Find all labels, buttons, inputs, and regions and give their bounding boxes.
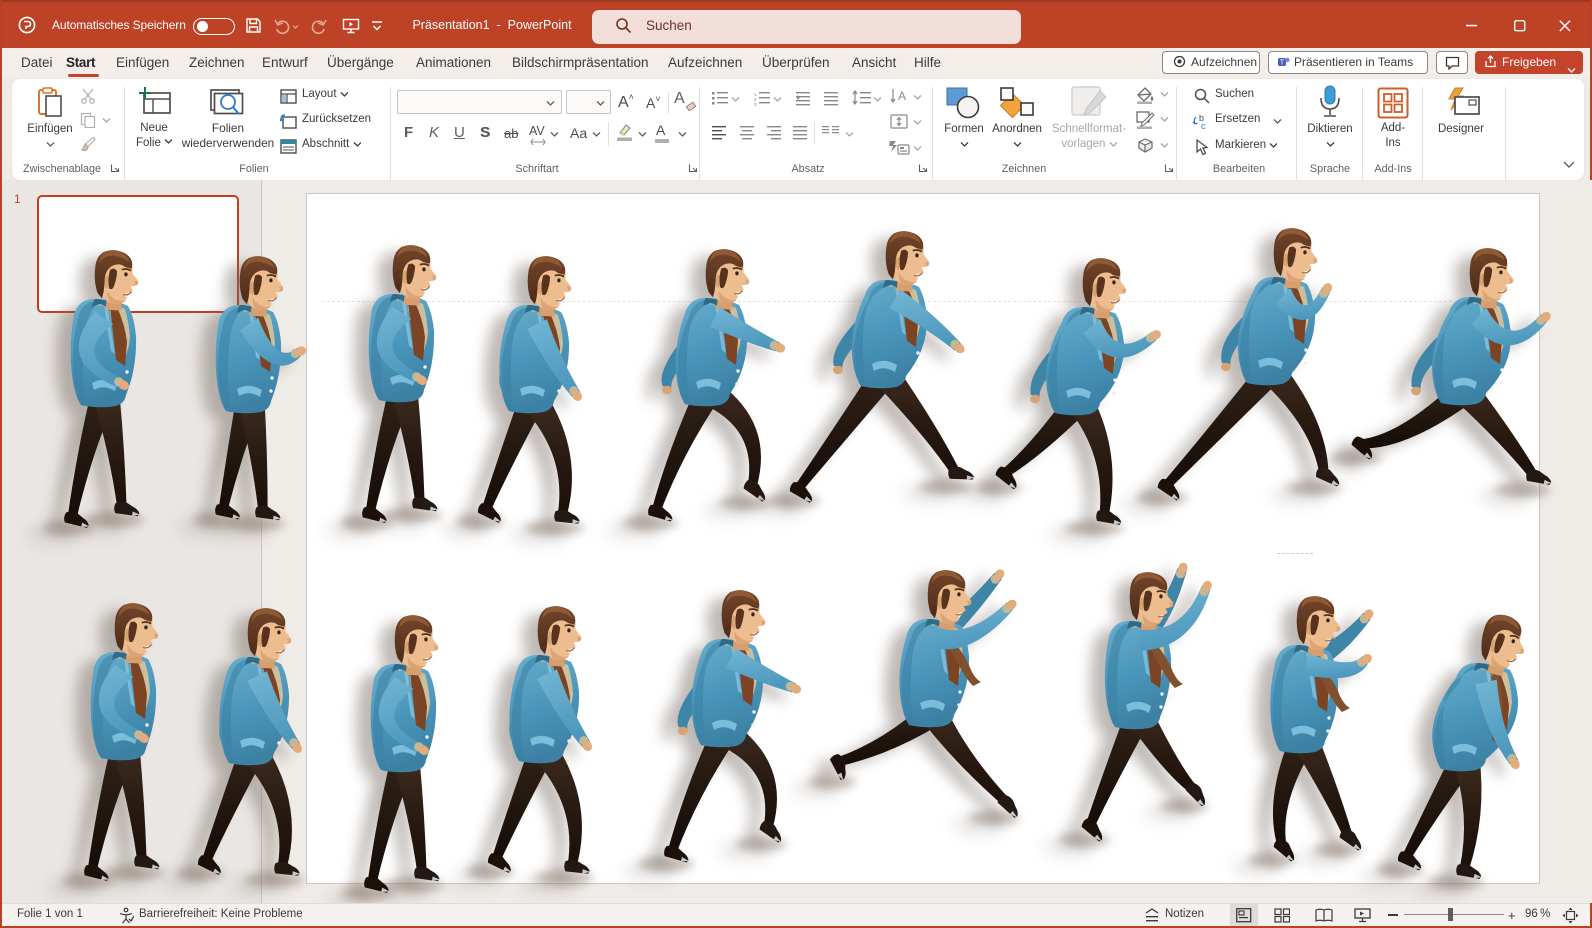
svg-text:A: A bbox=[898, 89, 906, 103]
svg-text:3: 3 bbox=[754, 102, 757, 106]
svg-text:c: c bbox=[1201, 121, 1206, 130]
svg-text:T: T bbox=[1280, 60, 1285, 67]
